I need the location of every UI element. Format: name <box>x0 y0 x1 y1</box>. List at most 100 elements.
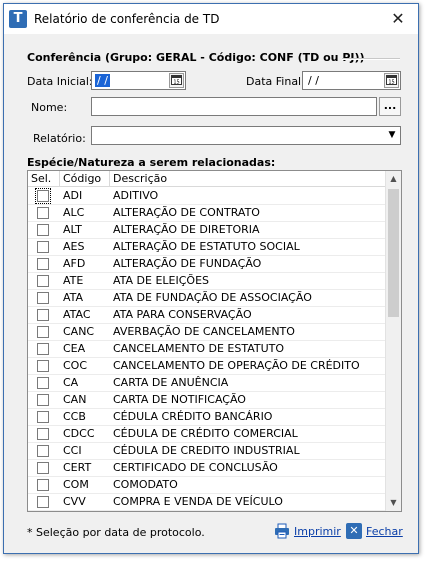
row-checkbox[interactable] <box>37 496 49 508</box>
end-date-field[interactable]: / / 15 <box>302 71 401 90</box>
row-code: CCI <box>63 444 82 457</box>
svg-text:15: 15 <box>173 80 179 85</box>
table-row[interactable]: ATAC ATA PARA CONSERVAÇÃO <box>28 307 386 324</box>
row-select-cell <box>28 222 60 238</box>
species-grid: Sel. Código Descrição ADI ADITIVO ALC ALTER… <box>27 170 402 512</box>
row-description: CANCELAMENTO DE ESTATUTO <box>113 342 285 355</box>
row-checkbox[interactable] <box>37 275 49 287</box>
table-row[interactable]: CANC AVERBAÇÃO DE CANCELAMENTO <box>28 324 386 341</box>
column-header-code[interactable]: Código <box>60 171 110 187</box>
app-logo-icon: T <box>9 10 27 28</box>
row-select-cell <box>28 426 60 442</box>
row-select-cell <box>28 358 60 374</box>
column-header-sel[interactable]: Sel. <box>28 171 60 187</box>
svg-text:15: 15 <box>388 80 394 85</box>
row-checkbox[interactable] <box>37 445 49 457</box>
table-row[interactable]: ATA ATA DE FUNDAÇÃO DE ASSOCIAÇÃO <box>28 290 386 307</box>
row-description: CÉDULA DE CREDITO INDUSTRIAL <box>113 444 300 457</box>
row-checkbox[interactable] <box>37 258 49 270</box>
chevron-down-icon[interactable]: ▼ <box>384 127 400 144</box>
table-row[interactable]: ALC ALTERAÇÃO DE CONTRATO <box>28 205 386 222</box>
row-select-cell <box>28 273 60 289</box>
name-input[interactable] <box>91 97 377 116</box>
start-date-label: Data Inicial: <box>27 75 93 88</box>
window-close-button[interactable]: ✕ <box>378 4 418 34</box>
row-description: CANCELAMENTO DE OPERAÇÃO DE CRÉDITO <box>113 359 360 372</box>
table-row[interactable]: CVV COMPRA E VENDA DE VEÍCULO <box>28 494 386 511</box>
row-checkbox[interactable] <box>37 428 49 440</box>
row-checkbox[interactable] <box>37 207 49 219</box>
scroll-thumb[interactable] <box>388 189 399 317</box>
row-description: COMPRA E VENDA DE VEÍCULO <box>113 495 283 508</box>
row-description: CARTA DE ANUÊNCIA <box>113 376 229 389</box>
row-code: ALT <box>63 223 82 236</box>
table-row[interactable]: ATE ATA DE ELEIÇÕES <box>28 273 386 290</box>
calendar-icon[interactable]: 15 <box>384 73 399 88</box>
row-checkbox[interactable] <box>37 224 49 236</box>
table-row[interactable]: CDCC CÉDULA DE CRÉDITO COMERCIAL <box>28 426 386 443</box>
table-row[interactable]: CCI CÉDULA DE CREDITO INDUSTRIAL <box>28 443 386 460</box>
table-row[interactable]: COC CANCELAMENTO DE OPERAÇÃO DE CRÉDITO <box>28 358 386 375</box>
row-select-cell <box>28 443 60 459</box>
table-row[interactable]: ALT ALTERAÇÃO DE DIRETORIA <box>28 222 386 239</box>
row-description: ALTERAÇÃO DE FUNDAÇÃO <box>113 257 262 270</box>
row-checkbox[interactable] <box>37 309 49 321</box>
row-checkbox[interactable] <box>37 343 49 355</box>
table-row[interactable]: CA CARTA DE ANUÊNCIA <box>28 375 386 392</box>
row-select-cell <box>28 239 60 255</box>
calendar-icon[interactable]: 15 <box>169 73 184 88</box>
row-select-cell <box>28 341 60 357</box>
row-select-cell <box>28 188 60 204</box>
table-row[interactable]: CERT CERTIFICADO DE CONCLUSÃO <box>28 460 386 477</box>
row-checkbox[interactable] <box>37 360 49 372</box>
close-label: Fechar <box>366 525 403 538</box>
row-description: CARTA DE NOTIFICAÇÃO <box>113 393 246 406</box>
row-description: CÉDULA DE CRÉDITO COMERCIAL <box>113 427 298 440</box>
close-button[interactable]: ✕ Fechar <box>346 522 406 542</box>
row-code: CERT <box>63 461 92 474</box>
browse-button[interactable]: ... <box>379 97 401 116</box>
report-select[interactable]: ▼ <box>91 126 401 145</box>
row-code: ADI <box>63 189 83 202</box>
table-row[interactable]: AFD ALTERAÇÃO DE FUNDAÇÃO <box>28 256 386 273</box>
row-description: ALTERAÇÃO DE DIRETORIA <box>113 223 260 236</box>
column-header-description[interactable]: Descrição <box>110 171 386 187</box>
grid-header: Sel. Código Descrição <box>28 171 386 187</box>
row-checkbox[interactable] <box>37 241 49 253</box>
row-checkbox[interactable] <box>37 377 49 389</box>
row-select-cell <box>28 256 60 272</box>
end-date-value: / / <box>308 74 319 87</box>
row-checkbox[interactable] <box>37 326 49 338</box>
row-description: ALTERAÇÃO DE CONTRATO <box>113 206 260 219</box>
row-select-cell <box>28 409 60 425</box>
scroll-up-icon[interactable]: ▲ <box>386 171 401 187</box>
print-label: Imprimir <box>294 525 341 538</box>
row-checkbox[interactable] <box>37 394 49 406</box>
row-select-cell <box>28 324 60 340</box>
filter-group-title: Conferência (Grupo: GERAL - Código: CONF… <box>27 51 365 64</box>
row-description: CERTIFICADO DE CONCLUSÃO <box>113 461 278 474</box>
table-row[interactable]: AES ALTERAÇÃO DE ESTATUTO SOCIAL <box>28 239 386 256</box>
row-checkbox[interactable] <box>37 292 49 304</box>
table-row[interactable]: COM COMODATO <box>28 477 386 494</box>
row-code: CA <box>63 376 79 389</box>
table-row[interactable]: CEA CANCELAMENTO DE ESTATUTO <box>28 341 386 358</box>
printer-icon <box>274 523 290 539</box>
report-dialog: T Relatório de conferência de TD ✕ Confe… <box>3 3 419 554</box>
row-checkbox[interactable] <box>35 188 51 204</box>
table-row[interactable]: CCB CÉDULA CRÉDITO BANCÁRIO <box>28 409 386 426</box>
row-code: ATA <box>63 291 84 304</box>
table-row[interactable]: ADI ADITIVO <box>28 188 386 205</box>
start-date-field[interactable]: / / 15 <box>91 71 186 90</box>
row-checkbox[interactable] <box>37 479 49 491</box>
row-checkbox[interactable] <box>37 462 49 474</box>
row-code: AES <box>63 240 85 253</box>
row-code: COC <box>63 359 88 372</box>
print-button[interactable]: Imprimir <box>274 522 341 542</box>
footnote: * Seleção por data de protocolo. <box>27 526 205 539</box>
table-row[interactable]: CAN CARTA DE NOTIFICAÇÃO <box>28 392 386 409</box>
row-checkbox[interactable] <box>37 411 49 423</box>
scroll-down-icon[interactable]: ▼ <box>386 495 401 511</box>
report-label: Relatório: <box>33 132 86 145</box>
vertical-scrollbar[interactable]: ▲ ▼ <box>385 171 401 511</box>
